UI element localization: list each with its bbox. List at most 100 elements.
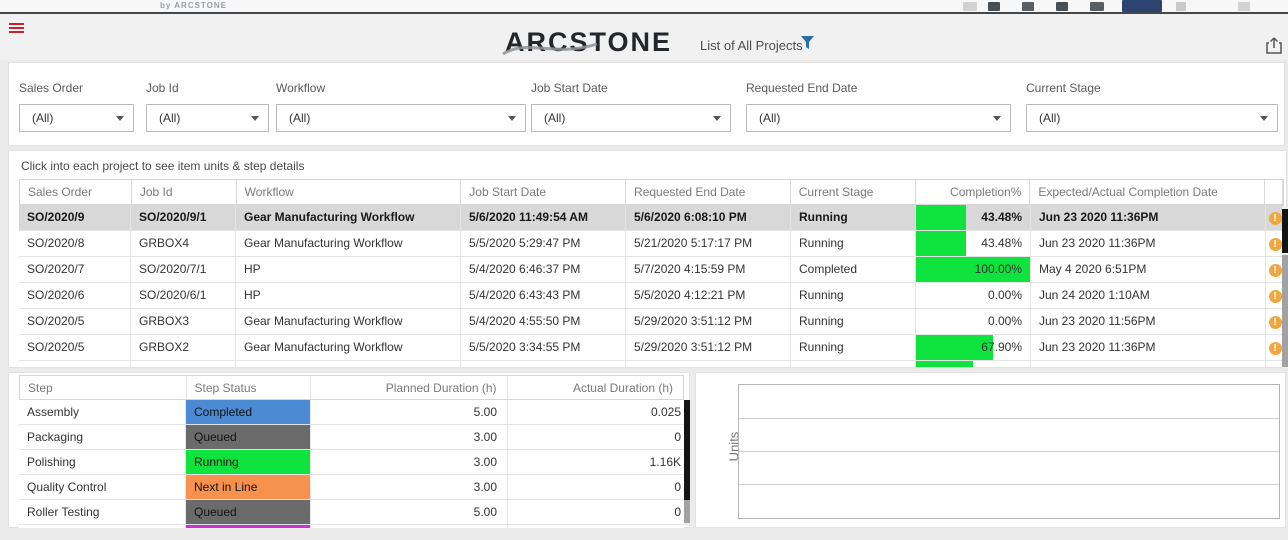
toolbar-icon[interactable] <box>988 2 1000 11</box>
vertical-scrollbar[interactable] <box>1282 207 1288 369</box>
step-row[interactable]: Quality ControlNext in Line3.000 <box>19 475 684 500</box>
job-start-cell: 5/4/2020 4:55:50 PM <box>461 309 626 334</box>
column-header[interactable]: Completion% <box>916 180 1031 204</box>
warning-icon[interactable]: ! <box>1269 212 1282 225</box>
warning-icon[interactable]: ! <box>1269 290 1282 303</box>
partial-cell <box>791 361 916 367</box>
table-row-partial[interactable] <box>19 361 1284 367</box>
step-row[interactable]: AssemblyCompleted5.000.025 <box>19 400 684 425</box>
vertical-scrollbar[interactable] <box>684 400 690 525</box>
steps-table-header: Step Step Status Planned Duration (h) Ac… <box>19 375 684 400</box>
workflow-cell: HP <box>236 283 461 308</box>
actual-duration-cell: 0 <box>508 425 684 449</box>
scrollbar-thumb[interactable] <box>684 400 690 500</box>
export-icon[interactable] <box>1266 36 1282 54</box>
column-header[interactable]: Current Stage <box>791 180 916 204</box>
completion-label: 0.00% <box>988 288 1022 302</box>
requested-end-cell: 5/6/2020 6:08:10 PM <box>626 205 791 230</box>
completion-label: 100.00% <box>975 262 1022 276</box>
gridline <box>739 418 1279 419</box>
column-header[interactable]: Actual Duration (h) <box>508 376 683 399</box>
projects-panel: Click into each project to see item unit… <box>8 150 1287 368</box>
status-badge: Queued <box>186 425 310 449</box>
actual-cell <box>508 525 684 528</box>
scrollbar-track[interactable] <box>1282 255 1288 367</box>
step-status-cell: Next in Line <box>186 475 311 499</box>
toolbar-icon[interactable] <box>1056 2 1068 11</box>
job-start-date-dropdown[interactable]: (All) <box>531 104 731 132</box>
current-stage-cell: Running <box>791 335 916 360</box>
chevron-down-icon <box>251 116 259 121</box>
column-header[interactable]: Step <box>20 376 187 399</box>
filter-label: Current Stage <box>1026 81 1278 95</box>
chevron-down-icon <box>713 116 721 121</box>
job-id-cell: SO/2020/9/1 <box>131 205 236 230</box>
sales-order-cell: SO/2020/5 <box>19 335 131 360</box>
warning-icon[interactable]: ! <box>1269 316 1282 329</box>
requested-end-cell: 5/5/2020 4:12:21 PM <box>626 283 791 308</box>
brand-tagline: by ARCSTONE <box>160 1 227 10</box>
sales-order-cell: SO/2020/7 <box>19 257 131 282</box>
dropdown-value: (All) <box>159 111 180 125</box>
column-header[interactable]: Expected/Actual Completion Date <box>1030 180 1265 204</box>
expected-completion-cell: Jun 23 2020 11:36PM <box>1031 335 1266 360</box>
steps-panel: Step Step Status Planned Duration (h) Ac… <box>8 372 690 528</box>
job-start-cell: 5/5/2020 3:34:55 PM <box>461 335 626 360</box>
step-cell: Assembly <box>19 400 186 424</box>
job-start-cell: 5/6/2020 11:49:54 AM <box>461 205 626 230</box>
column-header[interactable]: Job Id <box>132 180 237 204</box>
requested-end-cell: 5/29/2020 3:51:12 PM <box>626 335 791 360</box>
chevron-down-icon <box>1260 116 1268 121</box>
scrollbar-track[interactable] <box>684 500 690 523</box>
warning-icon[interactable]: ! <box>1269 238 1282 251</box>
filter-funnel-icon[interactable] <box>801 36 814 50</box>
project-row[interactable]: SO/2020/7SO/2020/7/1HP5/4/2020 6:46:37 P… <box>19 257 1284 283</box>
scrollbar-thumb[interactable] <box>1282 209 1288 253</box>
job-id-dropdown[interactable]: (All) <box>146 104 269 132</box>
column-header[interactable]: Requested End Date <box>626 180 791 204</box>
column-header[interactable]: Step Status <box>187 376 312 399</box>
toolbar-active-tab[interactable] <box>1122 0 1162 12</box>
units-plot-area <box>738 384 1280 519</box>
step-status-cell: Queued <box>186 425 311 449</box>
instruction-text: Click into each project to see item unit… <box>21 159 304 173</box>
project-row[interactable]: SO/2020/5GRBOX3Gear Manufacturing Workfl… <box>19 309 1284 335</box>
requested-end-cell: 5/21/2020 5:17:17 PM <box>626 231 791 256</box>
project-row[interactable]: SO/2020/8GRBOX4Gear Manufacturing Workfl… <box>19 231 1284 257</box>
requested-end-cell: 5/29/2020 3:51:12 PM <box>626 309 791 334</box>
column-header[interactable]: Job Start Date <box>461 180 626 204</box>
column-header[interactable]: Workflow <box>237 180 462 204</box>
project-row[interactable]: SO/2020/5GRBOX2Gear Manufacturing Workfl… <box>19 335 1284 361</box>
sales-order-dropdown[interactable]: (All) <box>19 104 134 132</box>
toolbar-icon[interactable] <box>1090 2 1104 11</box>
column-header[interactable]: Planned Duration (h) <box>311 376 507 399</box>
job-id-cell: GRBOX2 <box>131 335 236 360</box>
current-stage-dropdown[interactable]: (All) <box>1026 104 1278 132</box>
step-row[interactable]: Roller TestingQueued5.000 <box>19 500 684 525</box>
sales-order-cell: SO/2020/6 <box>19 283 131 308</box>
step-cell: Quality Control <box>19 475 186 499</box>
filter-label: Sales Order <box>19 81 134 95</box>
step-row[interactable]: PolishingRunning3.001.16K <box>19 450 684 475</box>
sales-order-cell: SO/2020/8 <box>19 231 131 256</box>
filter-current-stage: Current Stage (All) <box>1026 81 1278 132</box>
hamburger-menu-icon[interactable] <box>9 23 24 35</box>
table-row-partial[interactable] <box>19 525 684 528</box>
requested-end-date-dropdown[interactable]: (All) <box>746 104 1011 132</box>
workflow-dropdown[interactable]: (All) <box>276 104 526 132</box>
warning-icon[interactable]: ! <box>1269 264 1282 277</box>
column-header[interactable]: Sales Order <box>20 180 132 204</box>
toolbar-icon[interactable] <box>963 2 977 11</box>
step-row[interactable]: PackagingQueued3.000 <box>19 425 684 450</box>
filter-job-start-date: Job Start Date (All) <box>531 81 731 132</box>
workflow-cell: Gear Manufacturing Workflow <box>236 205 461 230</box>
logo-swoosh-icon <box>501 28 621 62</box>
project-row[interactable]: SO/2020/9SO/2020/9/1Gear Manufacturing W… <box>19 205 1284 231</box>
toolbar-icon[interactable] <box>1022 2 1034 11</box>
project-row[interactable]: SO/2020/6SO/2020/6/1HP5/4/2020 6:43:43 P… <box>19 283 1284 309</box>
job-start-cell: 5/4/2020 6:43:43 PM <box>461 283 626 308</box>
toolbar-icon[interactable] <box>1238 2 1250 11</box>
status-badge: Completed <box>186 400 310 424</box>
toolbar-icon[interactable] <box>1176 2 1186 11</box>
warning-icon[interactable]: ! <box>1269 342 1282 355</box>
